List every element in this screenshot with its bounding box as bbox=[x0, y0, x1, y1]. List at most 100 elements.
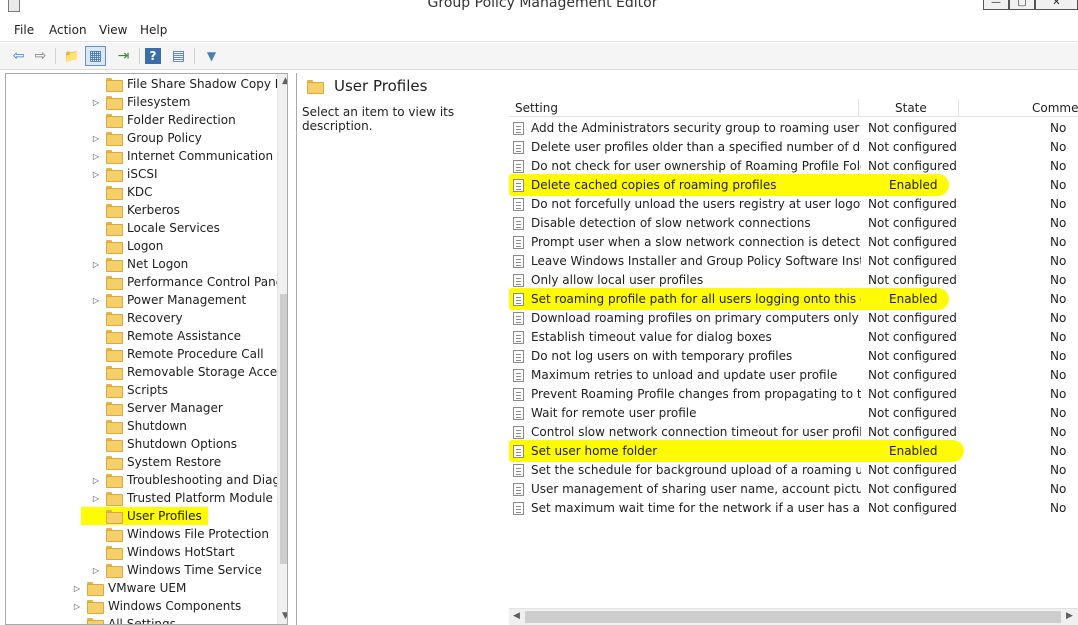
tree-item[interactable]: ▷ Windows Time Service bbox=[91, 561, 262, 579]
tree-item[interactable]: ▷ iSCSI bbox=[91, 165, 158, 183]
folder-icon bbox=[87, 600, 104, 614]
expand-arrow-icon[interactable]: ▷ bbox=[91, 170, 101, 179]
tree-item[interactable]: ▷ Group Policy bbox=[91, 129, 202, 147]
tree-item[interactable]: ▷ Trusted Platform Module Se bbox=[91, 489, 287, 507]
setting-state: Not configured bbox=[868, 387, 957, 401]
tree-item[interactable]: Folder Redirection bbox=[91, 111, 236, 129]
setting-row[interactable]: Set roaming profile path for all users l… bbox=[509, 290, 1078, 309]
tree-item[interactable]: Windows File Protection bbox=[91, 525, 269, 543]
setting-row[interactable]: Disable detection of slow network connec… bbox=[509, 214, 1078, 233]
expand-arrow-icon[interactable]: ▷ bbox=[72, 584, 82, 593]
menu-help[interactable]: Help bbox=[140, 23, 167, 37]
expand-arrow-icon[interactable]: ▷ bbox=[72, 602, 82, 611]
minimize-button[interactable]: — bbox=[983, 0, 1009, 10]
list-horizontal-scrollbar[interactable]: ◀ ▶ bbox=[509, 608, 1078, 625]
tree-item[interactable]: ▷ VMware UEM bbox=[72, 579, 186, 597]
column-divider[interactable] bbox=[858, 99, 859, 117]
tree-item[interactable]: ▷ Filesystem bbox=[91, 93, 190, 111]
export-list-icon[interactable]: ⇥ bbox=[113, 46, 134, 66]
tree-item[interactable]: Shutdown bbox=[91, 417, 187, 435]
setting-row[interactable]: Prevent Roaming Profile changes from pro… bbox=[509, 385, 1078, 404]
tree-item[interactable]: ▷ Troubleshooting and Diagn bbox=[91, 471, 287, 489]
setting-row[interactable]: Delete cached copies of roaming profiles… bbox=[509, 176, 1078, 195]
menu-view[interactable]: View bbox=[99, 23, 127, 37]
setting-row[interactable]: Establish timeout value for dialog boxes… bbox=[509, 328, 1078, 347]
tree-item[interactable]: All Settings bbox=[72, 615, 176, 625]
expand-arrow-icon[interactable]: ▷ bbox=[91, 476, 101, 485]
tree-item[interactable]: ▷ Net Logon bbox=[91, 255, 188, 273]
tree-item[interactable]: Windows HotStart bbox=[91, 543, 235, 561]
expand-arrow-icon[interactable]: ▷ bbox=[91, 296, 101, 305]
tree-scroll-thumb[interactable] bbox=[280, 294, 287, 564]
tree-vertical-scrollbar[interactable]: ▲ ▼ bbox=[277, 74, 287, 624]
up-folder-icon[interactable]: 📁 bbox=[61, 46, 82, 66]
tree-item[interactable]: User Profiles bbox=[81, 507, 208, 525]
tree-item[interactable]: Locale Services bbox=[91, 219, 220, 237]
filter-icon[interactable]: ▼ bbox=[201, 46, 222, 66]
scroll-left-arrow-icon[interactable]: ◀ bbox=[513, 611, 520, 621]
folder-icon bbox=[307, 80, 324, 94]
expand-arrow-icon[interactable]: ▷ bbox=[91, 98, 101, 107]
tree-item[interactable]: File Share Shadow Copy Pro bbox=[91, 75, 287, 93]
setting-row[interactable]: Wait for remote user profile Not configur… bbox=[509, 404, 1078, 423]
setting-row[interactable]: Maximum retries to unload and update use… bbox=[509, 366, 1078, 385]
list-scroll-thumb[interactable] bbox=[525, 611, 1061, 623]
maximize-button[interactable]: ▢ bbox=[1009, 0, 1035, 10]
column-comment[interactable]: Commen bbox=[1032, 101, 1078, 115]
tree-item[interactable]: Kerberos bbox=[91, 201, 180, 219]
setting-row[interactable]: Do not log users on with temporary profi… bbox=[509, 347, 1078, 366]
tree-item[interactable]: Removable Storage Access bbox=[91, 363, 287, 381]
console-tree[interactable]: File Share Shadow Copy Pro ▷ Filesystem Fol… bbox=[5, 73, 288, 625]
help-icon[interactable]: ? bbox=[145, 48, 161, 64]
tree-item[interactable]: ▷ Power Management bbox=[91, 291, 246, 309]
setting-name: Control slow network connection timeout … bbox=[531, 425, 861, 439]
close-button[interactable]: ✕ bbox=[1035, 0, 1078, 10]
setting-row[interactable]: Set user home folder Enabled No bbox=[509, 442, 1078, 461]
tree-item[interactable]: Scripts bbox=[91, 381, 168, 399]
tree-item[interactable]: Server Manager bbox=[91, 399, 223, 417]
tree-item[interactable]: ▷ Internet Communication M bbox=[91, 147, 287, 165]
expand-arrow-icon[interactable]: ▷ bbox=[91, 152, 101, 161]
setting-comment: No bbox=[1050, 406, 1067, 420]
policy-setting-icon bbox=[513, 331, 524, 344]
tree-item[interactable]: Remote Procedure Call bbox=[91, 345, 264, 363]
setting-row[interactable]: Download roaming profiles on primary com… bbox=[509, 309, 1078, 328]
scroll-up-arrow-icon[interactable]: ▲ bbox=[282, 76, 287, 86]
setting-row[interactable]: Delete user profiles older than a specif… bbox=[509, 138, 1078, 157]
tree-item[interactable]: Logon bbox=[91, 237, 163, 255]
setting-row[interactable]: Prompt user when a slow network connecti… bbox=[509, 233, 1078, 252]
tree-item[interactable]: ▷ Windows Components bbox=[72, 597, 241, 615]
scroll-down-arrow-icon[interactable]: ▼ bbox=[282, 611, 287, 621]
scroll-right-arrow-icon[interactable]: ▶ bbox=[1066, 611, 1073, 621]
setting-row[interactable]: Leave Windows Installer and Group Policy… bbox=[509, 252, 1078, 271]
setting-row[interactable]: Add the Administrators security group to… bbox=[509, 119, 1078, 138]
forward-arrow-icon[interactable]: ⇨ bbox=[30, 46, 51, 66]
setting-row[interactable]: Set maximum wait time for the network if… bbox=[509, 499, 1078, 518]
setting-row[interactable]: Set the schedule for background upload o… bbox=[509, 461, 1078, 480]
tree-item[interactable]: Performance Control Panel bbox=[91, 273, 286, 291]
expand-arrow-icon[interactable]: ▷ bbox=[91, 566, 101, 575]
menu-action[interactable]: Action bbox=[49, 23, 87, 37]
setting-name: Delete user profiles older than a specif… bbox=[531, 140, 861, 154]
setting-row[interactable]: User management of sharing user name, ac… bbox=[509, 480, 1078, 499]
properties-icon[interactable]: ▤ bbox=[168, 46, 189, 66]
tree-item[interactable]: System Restore bbox=[91, 453, 221, 471]
tree-item[interactable]: Recovery bbox=[91, 309, 183, 327]
expand-arrow-icon[interactable]: ▷ bbox=[91, 260, 101, 269]
back-arrow-icon[interactable]: ⇦ bbox=[8, 46, 29, 66]
column-divider[interactable] bbox=[958, 99, 959, 117]
column-setting[interactable]: Setting bbox=[515, 101, 558, 115]
show-hide-tree-icon[interactable]: ▦ bbox=[85, 46, 106, 66]
menu-file[interactable]: File bbox=[14, 23, 34, 37]
tree-item-label: All Settings bbox=[108, 617, 176, 625]
expand-arrow-icon[interactable]: ▷ bbox=[91, 494, 101, 503]
tree-item[interactable]: Shutdown Options bbox=[91, 435, 237, 453]
tree-item[interactable]: Remote Assistance bbox=[91, 327, 241, 345]
folder-icon bbox=[106, 114, 123, 128]
tree-item-label: Windows File Protection bbox=[127, 527, 269, 541]
setting-row[interactable]: Do not forcefully unload the users regis… bbox=[509, 195, 1078, 214]
expand-arrow-icon[interactable]: ▷ bbox=[91, 134, 101, 143]
settings-list[interactable]: Setting State Commen Add the Administrat… bbox=[509, 99, 1078, 625]
tree-item[interactable]: KDC bbox=[91, 183, 153, 201]
column-state[interactable]: State bbox=[895, 101, 927, 115]
